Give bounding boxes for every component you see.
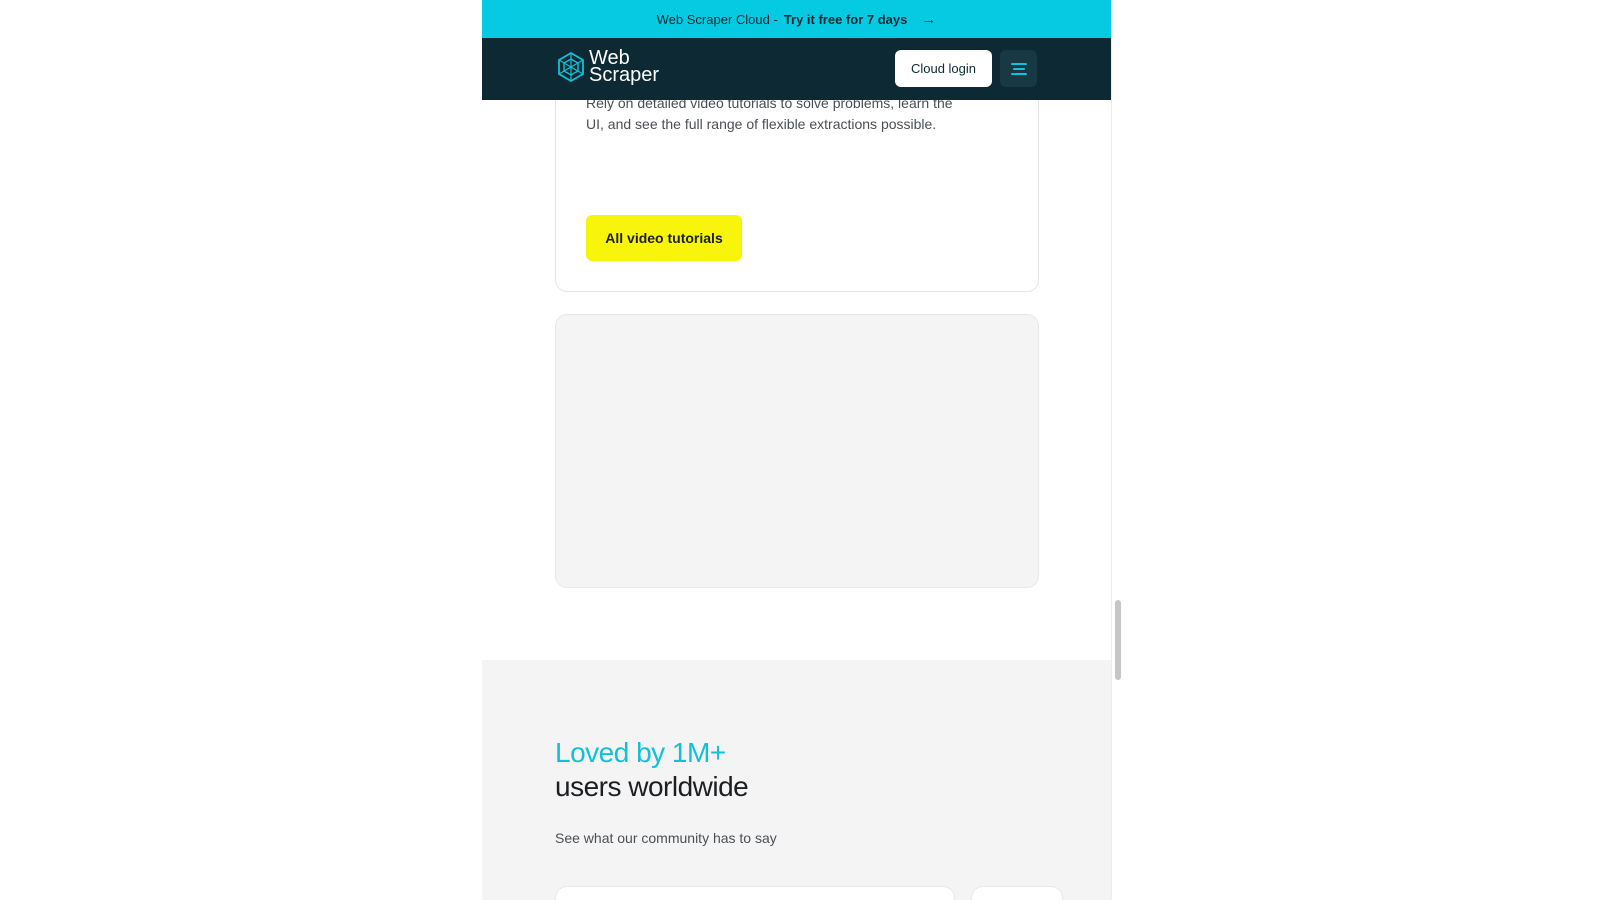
logo-line-2: Scraper — [589, 64, 660, 86]
title-main: users worldwide — [555, 771, 749, 802]
testimonials-subtitle: See what our community has to say — [555, 830, 777, 846]
top-navbar: Web Scraper Cloud login — [482, 38, 1111, 100]
all-video-tutorials-button[interactable]: All video tutorials — [586, 215, 742, 261]
cloud-login-button[interactable]: Cloud login — [895, 50, 992, 87]
web-scraper-logo[interactable]: Web Scraper — [555, 48, 660, 86]
promo-bar[interactable]: Web Scraper Cloud - Try it free for 7 da… — [482, 0, 1111, 38]
title-accent: Loved by 1M+ — [555, 737, 726, 768]
testimonial-card — [971, 886, 1063, 900]
logo-icon — [558, 51, 584, 83]
testimonials-title: Loved by 1M+ users worldwide — [555, 736, 749, 804]
hamburger-icon — [1010, 62, 1027, 75]
logo-wordmark: Web Scraper — [589, 48, 660, 86]
video-placeholder[interactable] — [555, 314, 1039, 588]
menu-button[interactable] — [1000, 50, 1037, 87]
page-scrollbar[interactable] — [1111, 0, 1126, 900]
page-viewport: Rely on detailed video tutorials to solv… — [482, 0, 1111, 900]
scrollbar-thumb[interactable] — [1115, 600, 1121, 680]
promo-cta-link[interactable]: Try it free for 7 days — [784, 12, 908, 27]
testimonial-card — [555, 886, 955, 900]
arrow-right-icon: → — [921, 10, 937, 28]
promo-prefix: Web Scraper Cloud - — [656, 11, 778, 27]
testimonials-section: Loved by 1M+ users worldwide See what ou… — [482, 660, 1111, 900]
